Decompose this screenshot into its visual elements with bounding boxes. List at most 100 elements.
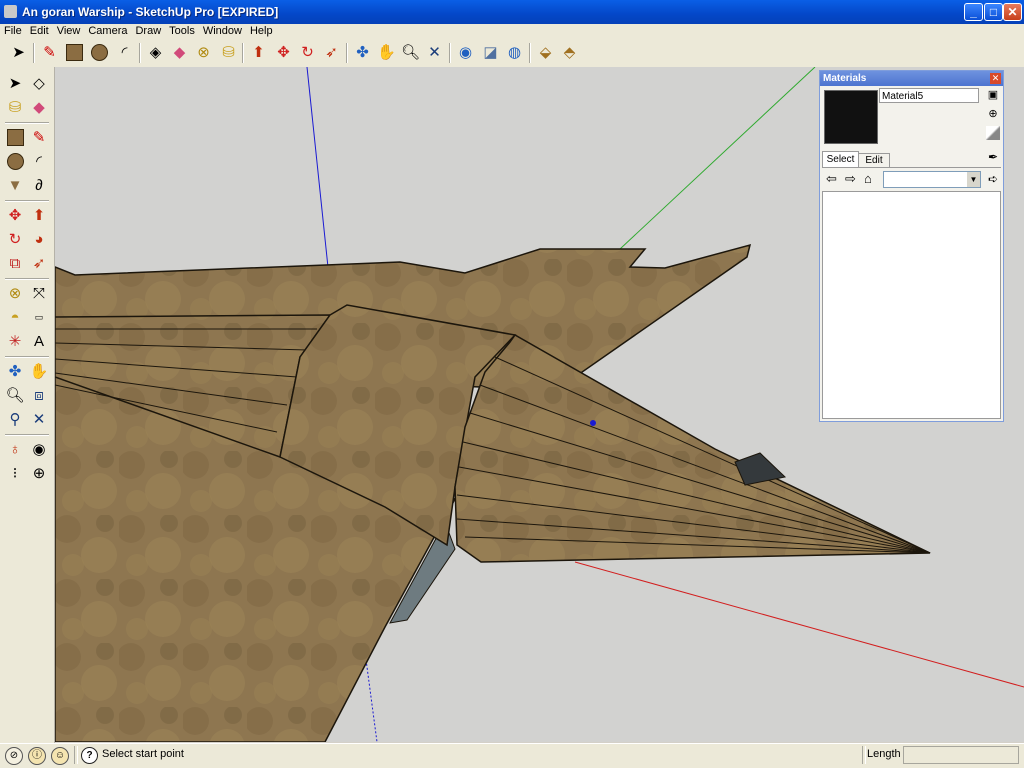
rotate-icon[interactable]: ↻ (297, 42, 318, 63)
axes-icon[interactable]: ✳ (4, 330, 26, 352)
material-swatch[interactable] (824, 90, 878, 144)
tape-measure-icon[interactable]: ⊗ (4, 282, 26, 304)
maximize-button[interactable]: □ (984, 3, 1003, 21)
line-icon[interactable]: ✎ (28, 126, 50, 148)
make-component-icon[interactable]: ◇ (28, 72, 50, 94)
polygon-icon[interactable]: ▼ (4, 174, 26, 196)
materials-title: Materials (820, 71, 1003, 86)
create-material-icon[interactable]: ⊕ (986, 107, 1000, 121)
geo-location-icon[interactable]: ⊘ (5, 747, 23, 765)
zoom-extents-icon[interactable]: ✕ (28, 408, 50, 430)
follow-me-icon[interactable]: ◕ (28, 228, 50, 250)
scale-icon[interactable]: ⧉ (4, 252, 26, 274)
dimension-icon[interactable]: ⤧ (28, 282, 50, 304)
menu-file[interactable]: File (0, 24, 26, 39)
close-icon[interactable]: ✕ (990, 73, 1001, 84)
tape-measure-icon[interactable]: ⊗ (193, 42, 214, 63)
pan-icon[interactable]: ✋ (28, 360, 50, 382)
rectangle-icon[interactable] (64, 42, 85, 63)
walk-icon[interactable]: ⁝ (4, 462, 26, 484)
material-list[interactable] (822, 191, 1001, 419)
3d-text-icon[interactable]: A (28, 330, 50, 352)
push-pull-icon[interactable]: ⬆ (248, 42, 269, 63)
offset-icon[interactable]: ➶ (28, 252, 50, 274)
select-icon[interactable]: ➤ (4, 72, 26, 94)
close-button[interactable]: ✕ (1003, 3, 1022, 21)
zoom-icon[interactable]: 🔍︎ (400, 42, 421, 63)
tab-edit[interactable]: Edit (858, 153, 890, 168)
toolbar-separator (33, 43, 35, 63)
back-arrow-icon[interactable]: ⇦ (826, 172, 840, 186)
sketchup-app-icon (4, 5, 17, 18)
protractor-icon[interactable]: ◓ (4, 306, 26, 328)
rectangle-icon[interactable] (4, 126, 26, 148)
minimize-button[interactable]: _ (964, 3, 983, 21)
orbit-icon[interactable]: ✤ (4, 360, 26, 382)
push-pull-icon[interactable]: ⬆ (28, 204, 50, 226)
paint-bucket-icon[interactable]: ⛁ (4, 96, 26, 118)
arc-icon[interactable]: ◜ (114, 42, 135, 63)
standard-views-icon[interactable]: ◍ (504, 42, 525, 63)
toolbar-separator (529, 43, 531, 63)
look-around-icon[interactable]: ◉ (28, 438, 50, 460)
move-icon[interactable]: ✥ (273, 42, 294, 63)
eraser-icon[interactable]: ◆ (169, 42, 190, 63)
forward-arrow-icon[interactable]: ⇨ (845, 172, 859, 186)
home-icon[interactable]: ⌂ (864, 172, 878, 186)
user-icon[interactable]: ☺ (51, 747, 69, 765)
freehand-icon[interactable]: ∂ (28, 174, 50, 196)
chevron-down-icon[interactable]: ▼ (967, 172, 980, 187)
status-message: Select start point (102, 748, 184, 760)
window-title: An goran Warship - SketchUp Pro [EXPIRED… (22, 5, 279, 19)
credits-icon[interactable]: ⓘ (28, 747, 46, 765)
menu-draw[interactable]: Draw (131, 24, 165, 39)
toolbar-separator (139, 43, 141, 63)
get-models-icon[interactable]: ⬙ (535, 42, 556, 63)
text-icon[interactable]: ▭ (28, 306, 50, 328)
eraser-icon[interactable]: ◆ (28, 96, 50, 118)
rotate-icon[interactable]: ↻ (4, 228, 26, 250)
help-icon[interactable]: ? (81, 747, 98, 764)
select-icon[interactable]: ➤ (8, 42, 29, 63)
paint-bucket-icon[interactable]: ⛁ (218, 42, 239, 63)
toolbar-separator (5, 122, 49, 124)
circle-icon[interactable] (89, 42, 110, 63)
share-model-icon[interactable]: ⬘ (559, 42, 580, 63)
red-axis (574, 561, 1024, 688)
cursor-point (590, 420, 596, 426)
status-bar: ⊘ ⓘ ☺ ? Select start point Length (0, 743, 1024, 768)
zoom-extents-icon[interactable]: ✕ (424, 42, 445, 63)
display-secondary-icon[interactable]: ▣ (986, 88, 1000, 102)
menu-tools[interactable]: Tools (165, 24, 199, 39)
previous-view-icon[interactable]: ◉ (455, 42, 476, 63)
menu-window[interactable]: Window (199, 24, 246, 39)
zoom-icon[interactable]: 🔍︎ (4, 384, 26, 406)
menu-camera[interactable]: Camera (84, 24, 131, 39)
details-arrow-icon[interactable]: ➪ (986, 172, 1000, 186)
menu-edit[interactable]: Edit (26, 24, 53, 39)
menu-view[interactable]: View (53, 24, 85, 39)
orbit-icon[interactable]: ✤ (352, 42, 373, 63)
default-material-icon[interactable] (986, 126, 1000, 140)
arc-icon[interactable]: ◜ (28, 150, 50, 172)
status-separator (74, 746, 78, 764)
follow-me-icon[interactable]: ➶ (321, 42, 342, 63)
pan-icon[interactable]: ✋ (376, 42, 397, 63)
circle-icon[interactable] (4, 150, 26, 172)
tab-select[interactable]: Select (822, 151, 859, 168)
previous-icon[interactable]: ⚲ (4, 408, 26, 430)
line-icon[interactable]: ✎ (39, 42, 60, 63)
sample-paint-icon[interactable]: ✒ (986, 150, 1000, 164)
make-component-icon[interactable]: ◈ (145, 42, 166, 63)
position-camera-icon[interactable]: ♁ (4, 438, 26, 460)
section-plane-icon[interactable]: ⊕ (28, 462, 50, 484)
next-view-icon[interactable]: ◪ (480, 42, 501, 63)
move-icon[interactable]: ✥ (4, 204, 26, 226)
collection-dropdown[interactable]: ▼ (883, 171, 981, 188)
measurement-box[interactable] (903, 746, 1019, 764)
blue-axis-hidden (364, 651, 378, 742)
menu-help[interactable]: Help (246, 24, 277, 39)
toolbar-separator (5, 434, 49, 436)
material-name-field[interactable]: Material5 (879, 88, 979, 103)
zoom-window-icon[interactable]: ⧈ (28, 384, 50, 406)
